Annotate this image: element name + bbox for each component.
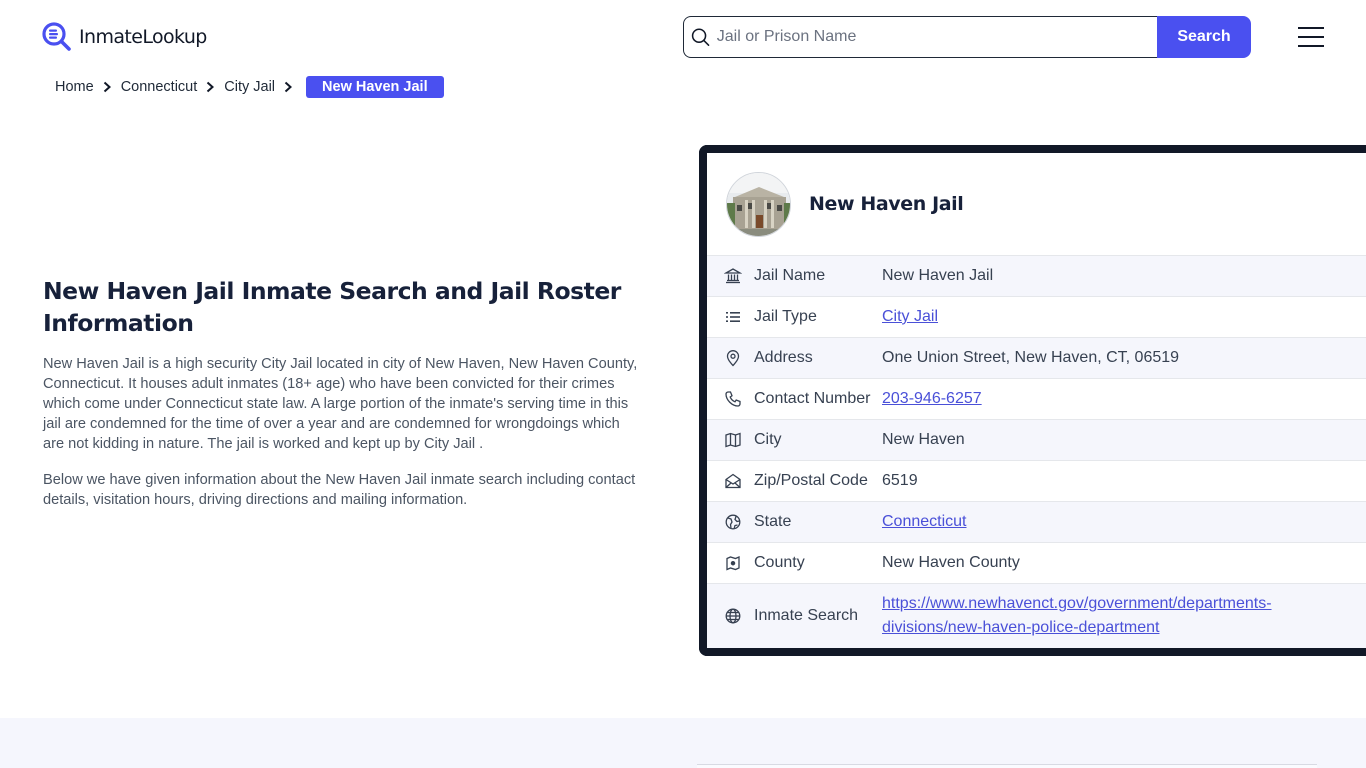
next-section-background — [0, 718, 1366, 768]
row-label: State — [754, 513, 792, 530]
phone-icon — [725, 391, 741, 407]
search-icon — [691, 28, 710, 46]
jail-photo — [726, 171, 791, 237]
info-row-county: County New Haven County — [707, 542, 1366, 583]
row-value: New Haven — [882, 431, 965, 448]
info-row-inmate-search: Inmate Search https://www.newhavenct.gov… — [707, 583, 1366, 648]
jail-info-card: New Haven Jail Jail Name New Haven Jail … — [699, 145, 1366, 656]
globe-pin-icon — [725, 514, 741, 530]
breadcrumb-type[interactable]: City Jail — [224, 79, 275, 95]
row-label: Inmate Search — [754, 607, 859, 624]
menu-line — [1298, 36, 1324, 38]
info-row-jail-name: Jail Name New Haven Jail — [707, 255, 1366, 296]
search-button[interactable]: Search — [1157, 16, 1251, 58]
info-row-state: State Connecticut — [707, 501, 1366, 542]
bank-icon — [724, 268, 742, 284]
next-section-card — [697, 764, 1317, 768]
map-pin-icon — [726, 350, 740, 367]
row-value: 6519 — [882, 472, 918, 489]
map-marker-icon — [726, 556, 740, 571]
info-row-zip: Zip/Postal Code 6519 — [707, 460, 1366, 501]
mail-open-icon — [725, 473, 741, 489]
globe-icon — [725, 608, 741, 624]
logo-text: InmateLookup — [79, 26, 207, 48]
search-form: Search — [683, 16, 1251, 58]
state-link[interactable]: Connecticut — [882, 510, 967, 534]
row-label: Zip/Postal Code — [754, 472, 868, 489]
list-icon — [726, 312, 740, 322]
breadcrumb-state[interactable]: Connecticut — [121, 79, 198, 95]
info-row-contact: Contact Number 203-946-6257 — [707, 378, 1366, 419]
page-title: New Haven Jail Inmate Search and Jail Ro… — [43, 277, 621, 337]
logo-magnifier-icon — [42, 22, 71, 51]
building-image — [727, 172, 790, 236]
search-input[interactable] — [716, 28, 1157, 46]
info-row-address: Address One Union Street, New Haven, CT,… — [707, 337, 1366, 378]
chevron-right-icon — [284, 81, 293, 93]
hamburger-menu-button[interactable] — [1298, 27, 1324, 47]
row-label: Jail Type — [754, 308, 817, 325]
row-label: City — [754, 431, 782, 448]
row-label: Contact Number — [754, 390, 871, 407]
breadcrumb: Home Connecticut City Jail New Haven Jai… — [55, 76, 444, 98]
search-box — [683, 16, 1157, 58]
intro-paragraph-secondary: Below we have given information about th… — [43, 472, 636, 508]
row-value: One Union Street, New Haven, CT, 06519 — [882, 349, 1180, 366]
map-icon — [725, 432, 741, 448]
phone-link[interactable]: 203-946-6257 — [882, 387, 982, 411]
breadcrumb-home[interactable]: Home — [55, 79, 94, 95]
chevron-right-icon — [103, 81, 111, 93]
chevron-right-icon — [207, 81, 215, 93]
intro-paragraph: New Haven Jail is a high security City J… — [43, 356, 638, 452]
inmate-search-link[interactable]: https://www.newhavenct.gov/government/de… — [882, 592, 1322, 640]
menu-line — [1298, 45, 1324, 47]
breadcrumb-current: New Haven Jail — [306, 76, 444, 98]
row-value: New Haven Jail — [882, 267, 994, 284]
row-label: Address — [754, 349, 813, 366]
info-row-jail-type: Jail Type City Jail — [707, 296, 1366, 337]
menu-line — [1298, 27, 1324, 29]
row-label: Jail Name — [754, 267, 826, 284]
card-header: New Haven Jail — [707, 153, 1366, 255]
logo-link[interactable]: InmateLookup — [42, 22, 207, 52]
row-label: County — [754, 554, 805, 571]
card-title: New Haven Jail — [809, 193, 964, 215]
info-row-city: City New Haven — [707, 419, 1366, 460]
row-value: New Haven County — [882, 554, 1020, 571]
jail-type-link[interactable]: City Jail — [882, 305, 938, 329]
